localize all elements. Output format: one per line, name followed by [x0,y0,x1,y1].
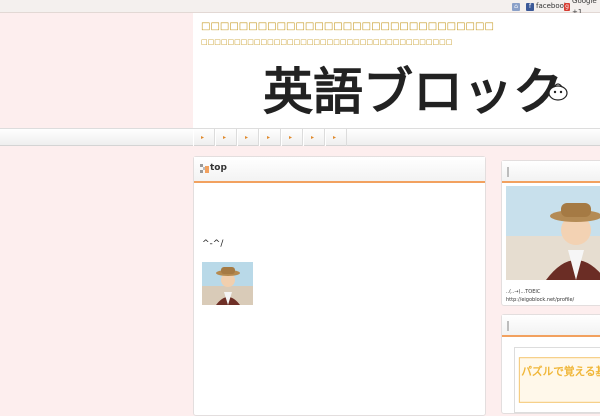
nav-item-3[interactable]: ▸ [237,129,259,146]
left-background [0,13,193,128]
nav-item-4[interactable]: ▸ [259,129,281,146]
profile-url-link[interactable]: http://eigoblock.net/profile/ [506,297,574,303]
post-emoticon: ^-^/ [202,239,224,249]
profile-photo[interactable] [506,186,600,280]
nav-item-5[interactable]: ▸ [281,129,303,146]
nav-item-1[interactable]: ▸ [193,129,215,146]
profile-widget-header [502,161,600,183]
global-nav: ▸ ▸ ▸ ▸ ▸ ▸ ▸ [0,128,600,146]
post-header: top [194,157,485,183]
facebook-link[interactable]: f facebook [526,1,568,12]
home-link[interactable]: ⌂ [512,1,520,12]
nav-item-6[interactable]: ▸ [303,129,325,146]
book-title: パズルで覚える基本英単語 [521,365,600,378]
book-widget: パズルで覚える基本英単語 [501,314,600,414]
site-title[interactable]: □□□□□□□□□□□□□□□□□□□□□□□□□□□□□□□ [201,21,494,32]
google-plus-link[interactable]: g Google +1 [564,0,600,16]
nav-item-7[interactable]: ▸ [325,129,347,146]
site-description: □□□□□□□□□□□□□□□□□□□□□□□□□□□□□□□□□□□□□□ [201,38,453,46]
post-panel: top ^-^/ [193,156,486,416]
post-title[interactable]: top [210,163,227,173]
nav-item-2[interactable]: ▸ [215,129,237,146]
widget-header-marker [507,321,509,331]
site-logo[interactable]: 英語ブロック [263,53,593,123]
google-plus-icon: g [564,2,571,11]
top-social-bar: ⌂ f facebook g Google +1 [0,0,600,16]
post-title-marker-icon [200,164,209,173]
profile-name: ..(..→)...TOEIC [506,289,541,295]
book-cover[interactable]: パズルで覚える基本英単語 [514,347,600,413]
facebook-icon: f [526,2,534,11]
home-icon: ⌂ [512,2,520,11]
logo-text: 英語ブロック [263,63,563,121]
profile-widget: ..(..→)...TOEIC http://eigoblock.net/pro… [501,160,600,306]
widget-header-marker [507,167,509,177]
post-photo[interactable] [202,262,253,305]
book-widget-header [502,315,600,337]
site-header: □□□□□□□□□□□□□□□□□□□□□□□□□□□□□□□ □□□□□□□□… [193,13,600,128]
